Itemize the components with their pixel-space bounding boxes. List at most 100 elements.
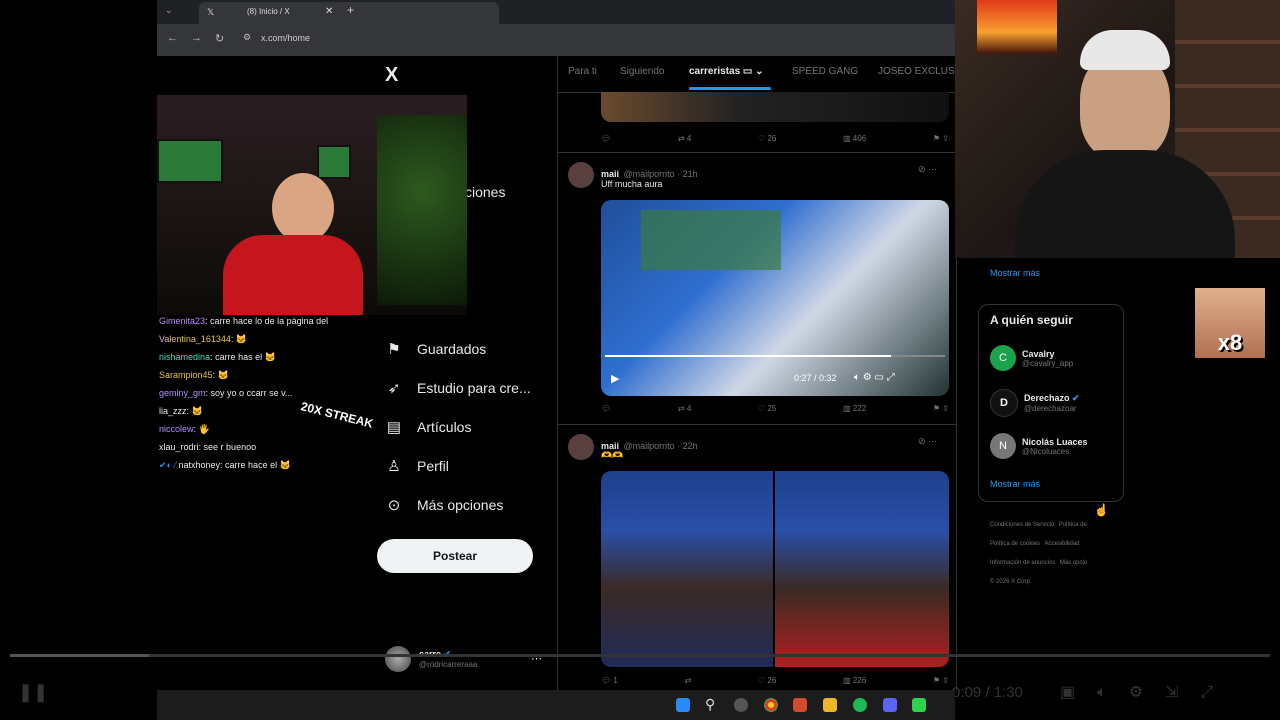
tab-following[interactable]: Siguiendo [620,66,664,77]
post-button[interactable]: Postear [377,539,533,573]
tweet-image-right[interactable] [775,471,949,667]
chat-message: niccolew: 🖐 [159,424,210,434]
badge-icons: ✔◐ ⁄ [159,460,179,470]
footer-link[interactable]: Política de cookies [990,541,1040,547]
views-count[interactable]: ▥ 222 [843,404,866,413]
footer-link[interactable]: Más opcio [1060,560,1087,566]
tweet-actions: 💬︎ ⇄ 4 ♡ 25 ▥ 222 ⚑ ⇪ [601,404,949,413]
chrome-icon[interactable] [764,698,778,712]
bookmark-share-icons[interactable]: ⚑ ⇪ [933,404,949,413]
chat-text: 🐱 [191,406,203,416]
video-progress-track[interactable] [605,355,945,357]
nav-item-bookmarks[interactable]: ⚑ Guardados [385,340,486,358]
tweet-actions: 💬︎ ⇄ 4 ♡ 26 ▥ 406 ⚑ ⇪ [601,134,949,143]
who-to-follow-title: A quién seguir [990,313,1073,327]
tab-joseo[interactable]: JOSEO EXCLUSIV [878,66,964,77]
tweet-more-icon[interactable]: ⊘ ⋯ [918,436,937,447]
chat-text: 🐱 [235,334,248,344]
retweet-button[interactable]: ⇄ 4 [678,134,691,143]
stream-progress-track[interactable] [10,654,1270,657]
reply-icon[interactable]: 💬︎ [601,134,611,143]
chat-message: Valentina_161344: 🐱 [159,334,248,344]
nav-item-more[interactable]: ⊙ Más opciones [385,496,504,514]
follow-suggestion[interactable]: C Cavalry @cavalry_app [990,345,1073,371]
video-controls-icons[interactable]: 🔈︎ ⚙ ▭ ⤢ [854,372,895,383]
views-count[interactable]: ▥ 406 [843,134,866,143]
url-field[interactable]: x.com/home [261,33,310,43]
nav-item-articles[interactable]: ▤ Artículos [385,418,472,436]
nav-partial-label[interactable]: ciones [465,184,505,200]
like-button[interactable]: ♡ 26 [758,676,776,685]
site-info-icon[interactable]: ⚙ [243,32,251,43]
forward-icon[interactable]: → [191,32,202,44]
chat-user: Gimenita23 [159,316,206,326]
avatar[interactable] [568,162,594,188]
tweet-handle[interactable]: @mailporrito · 22h [623,441,697,451]
follow-handle: @cavalry_app [1022,358,1074,368]
show-more-link[interactable]: Mostrar más [990,479,1040,489]
like-button[interactable]: ♡ 26 [758,134,776,143]
windows-start-icon[interactable] [676,698,690,712]
search-icon[interactable]: ⚲ [705,696,715,713]
like-button[interactable]: ♡ 25 [758,404,776,413]
follow-suggestion[interactable]: D Derechazo ✔ @derechazoar [990,389,1080,417]
discord-icon[interactable] [883,698,897,712]
tab-speed-gang[interactable]: SPEED GANG [792,66,858,77]
avatar: N [990,433,1016,459]
retweet-button[interactable]: ⇄ 4 [678,404,691,413]
profile-icon: ♙ [387,458,401,475]
chat-text: see r buenoo [203,442,257,452]
tv-screen [157,139,223,183]
footer-link[interactable]: Política de [1059,522,1087,528]
show-more-link[interactable]: Mostrar más [990,268,1040,278]
app-icon[interactable] [734,698,748,712]
footer-link[interactable]: Condiciones de Servicio [990,522,1054,528]
account-switcher[interactable]: carre ✔ @rodricarreraaa [385,646,477,672]
back-icon[interactable]: ← [167,32,178,44]
tweet-handle[interactable]: @mailporrito · 21h [623,169,697,179]
taskbar: ⚲ [157,690,955,720]
chat-overlay: Gimenita23: carre hace lo de la página d… [159,316,328,478]
rocket-icon: ➶ [387,380,401,397]
tweet-image-left[interactable] [601,471,773,667]
tweet-more-icon[interactable]: ⊘ ⋯ [918,164,937,175]
bookmark-share-icons[interactable]: ⚑ ⇪ [933,676,949,685]
close-tab-icon[interactable]: ✕ [325,6,333,17]
follow-handle: @derechazoar [1024,404,1077,413]
app-icon[interactable] [793,698,807,712]
footer-link[interactable]: Información de anuncios [990,560,1055,566]
reload-icon[interactable]: ↻ [215,32,224,45]
app-icon[interactable] [912,698,926,712]
tab-carreristas[interactable]: carreristas ▭ ⌄ [689,66,764,77]
retweet-icon[interactable]: ⇄ [685,676,692,685]
tv-screen [317,145,351,179]
follow-suggestion[interactable]: N Nicolás Luaces @Nicoluaces [990,433,1088,459]
bookmark-share-icons[interactable]: ⚑ ⇪ [933,134,949,143]
tab-for-you[interactable]: Para ti [568,66,597,77]
spotify-icon[interactable] [853,698,867,712]
nav-item-creator-studio[interactable]: ➶ Estudio para cre... [385,379,531,397]
play-icon[interactable]: ▶ [611,372,619,385]
reply-icon[interactable]: 💬︎ [601,404,611,413]
player-control-icons[interactable]: ▣🔈︎⚙⇲⤢ [1060,682,1235,702]
tweet-media[interactable] [601,92,949,122]
tweet-video[interactable]: ▶ 0:27 / 0:32 🔈︎ ⚙ ▭ ⤢ [601,200,949,396]
pause-icon[interactable]: ❚❚ [18,682,48,703]
footer-link[interactable]: Accesibilidad [1044,541,1079,547]
tweet-actions: 💬︎ 1 ⇄ ♡ 26 ▥ 226 ⚑ ⇪ [601,676,949,685]
x-logo[interactable]: X [385,64,398,87]
new-tab-button[interactable]: + [347,3,354,17]
footer-links: Condiciones de Servicio Política de Polí… [990,514,1124,590]
reply-button[interactable]: 💬︎ 1 [601,676,618,685]
tab-menu-icon[interactable]: ⌄ [165,5,173,16]
chat-text: carre hace el 🐱 [225,460,291,470]
tweet-author[interactable]: maii [601,169,619,179]
file-explorer-icon[interactable] [823,698,837,712]
nav-item-label: Estudio para cre... [417,380,531,396]
chat-user: Sarampion45 [159,370,213,380]
views-count[interactable]: ▥ 226 [843,676,866,685]
avatar[interactable] [568,434,594,460]
account-handle: @rodricarreraaa [419,660,478,669]
nav-item-profile[interactable]: ♙ Perfil [385,457,449,475]
fireplace-screen [977,0,1057,54]
